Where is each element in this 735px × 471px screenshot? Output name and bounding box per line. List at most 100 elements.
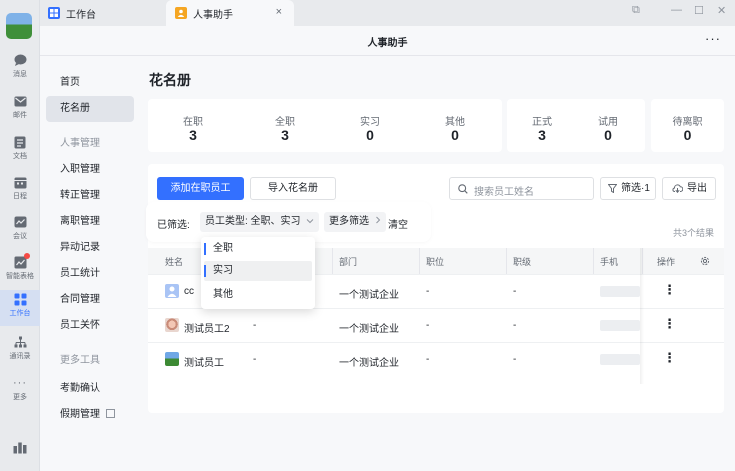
employee-name[interactable]: 测试员工 (184, 354, 224, 369)
employee-name[interactable]: cc (184, 286, 194, 297)
more-dots-icon: ··· (13, 377, 27, 389)
nav-item-onboarding[interactable]: 入职管理 (46, 157, 134, 183)
employee-department: 一个测试企业 (339, 324, 399, 335)
option-fulltime[interactable]: 全职 (204, 239, 312, 259)
nav-item-employee-care[interactable]: 员工关怀 (46, 313, 134, 339)
employee-position: - (426, 286, 430, 297)
employee-field: - (253, 354, 257, 365)
rail-item-mail[interactable]: 邮件 (0, 92, 40, 128)
rail-item-more[interactable]: ··· 更多 (0, 374, 40, 410)
export-button[interactable]: 导出 (662, 177, 716, 200)
export-label: 导出 (687, 183, 707, 194)
column-divider (419, 248, 420, 274)
option-intern[interactable]: 实习 (204, 261, 312, 281)
more-menu-icon[interactable]: ··· (705, 31, 721, 46)
table-row[interactable]: 测试员工2 - 一个测试企业 - - ⋮ (148, 308, 724, 342)
tab-label: 人事助手 (193, 9, 233, 21)
nav-item-attendance-confirm[interactable]: 考勤确认 (46, 376, 134, 402)
rail-label: 更多 (13, 393, 27, 401)
chevron-right-icon (375, 216, 380, 224)
calendar-icon (13, 175, 27, 189)
clear-filters-link[interactable]: 清空 (388, 216, 408, 231)
stat-other[interactable]: 其他 0 (410, 99, 500, 152)
app-title: 人事助手 (367, 38, 408, 49)
more-filters-chip[interactable]: 更多筛选 (324, 212, 386, 232)
nav-item-regularization[interactable]: 转正管理 (46, 183, 134, 209)
stat-pending-leave[interactable]: 待离职 0 (651, 99, 724, 152)
smart-sheet-icon (13, 253, 30, 269)
stat-label: 待离职 (672, 117, 703, 128)
search-input[interactable]: 搜索员工姓名 (449, 177, 594, 200)
nav-item-home[interactable]: 首页 (46, 70, 134, 96)
employee-position: - (426, 320, 430, 331)
doc-icon (13, 135, 27, 149)
rail-item-docs[interactable]: 文档 (0, 133, 40, 169)
close-tab-icon[interactable]: × (276, 6, 282, 18)
nav-group-hr-management: 人事管理 (60, 138, 100, 149)
employee-position: - (426, 354, 430, 365)
rail-item-smart-sheet[interactable]: 智能表格 (0, 253, 40, 289)
col-phone[interactable]: 手机 (600, 255, 618, 268)
rail-item-contacts[interactable]: 通讯录 (0, 333, 40, 369)
stat-formal[interactable]: 正式 3 (507, 99, 577, 152)
rail-item-messages[interactable]: 消息 (0, 51, 40, 87)
nav-group-more-tools: 更多工具 (60, 355, 100, 366)
row-more-actions-icon[interactable]: ⋮ (663, 350, 676, 366)
app-header: 人事助手 ··· (40, 26, 735, 56)
nav-item-offboarding[interactable]: 离职管理 (46, 209, 134, 235)
left-rail: 消息 邮件 文档 日程 会议 智能表格 工作台 通讯录 ··· 更多 (0, 0, 40, 471)
maximize-icon[interactable]: ☐ (694, 4, 704, 17)
table-row[interactable]: 测试员工 - 一个测试企业 - - ⋮ (148, 342, 724, 376)
employee-type-filter-chip[interactable]: 员工类型: 全职、实习 (200, 212, 320, 232)
column-settings-gear-icon[interactable] (700, 256, 710, 266)
cloud-export-icon (672, 184, 683, 193)
nav-item-contracts[interactable]: 合同管理 (46, 287, 134, 313)
nav-item-leave-management[interactable]: 假期管理 (46, 402, 134, 428)
stat-intern[interactable]: 实习 0 (325, 99, 415, 152)
hr-assistant-icon (175, 7, 187, 19)
stat-label: 正式 (532, 117, 552, 128)
minimize-icon[interactable]: — (671, 4, 682, 16)
option-other[interactable]: 其他 (204, 285, 312, 305)
tab-workbench[interactable]: 工作台 (48, 0, 96, 26)
rail-label: 通讯录 (9, 352, 31, 360)
close-window-icon[interactable]: ✕ (717, 4, 726, 17)
app-center-icon[interactable] (13, 442, 27, 454)
contacts-icon (13, 335, 27, 349)
rail-label: 工作台 (9, 309, 31, 317)
workbench-grid-icon (48, 7, 60, 19)
nav-item-roster[interactable]: 花名册 (46, 96, 134, 122)
tab-hr-assistant[interactable]: 人事助手 × (166, 0, 294, 26)
active-filters-bar: 已筛选: 员工类型: 全职、实习 更多筛选 清空 (148, 204, 429, 240)
stat-label: 全职 (275, 117, 295, 128)
mail-icon (13, 94, 27, 108)
row-more-actions-icon[interactable]: ⋮ (663, 316, 676, 332)
stat-probation[interactable]: 试用 0 (573, 99, 643, 152)
col-level[interactable]: 职级 (513, 255, 531, 268)
filter-button[interactable]: 筛选·1 (600, 177, 656, 200)
employee-name[interactable]: 测试员工2 (184, 320, 230, 335)
stat-fulltime[interactable]: 全职 3 (240, 99, 330, 152)
column-divider (506, 248, 507, 274)
rail-item-calendar[interactable]: 日程 (0, 173, 40, 209)
nav-item-employee-stats[interactable]: 员工统计 (46, 261, 134, 287)
col-position[interactable]: 职位 (426, 255, 444, 268)
col-actions: 操作 (657, 257, 676, 267)
import-roster-button[interactable]: 导入花名册 (250, 177, 336, 200)
user-avatar[interactable] (6, 13, 32, 39)
video-meeting-icon (13, 215, 27, 229)
stat-active[interactable]: 在职 3 (148, 99, 238, 152)
row-more-actions-icon[interactable]: ⋮ (663, 282, 676, 298)
rail-item-workbench[interactable]: 工作台 (0, 290, 40, 326)
col-name[interactable]: 姓名 (165, 255, 183, 268)
tab-label: 工作台 (66, 9, 96, 21)
pop-out-icon[interactable]: ⧉ (632, 4, 640, 17)
nav-item-change-records[interactable]: 异动记录 (46, 235, 134, 261)
stat-value: 3 (189, 127, 197, 143)
title-bar: 工作台 人事助手 × ⧉ — ☐ ✕ (40, 0, 735, 26)
search-placeholder: 搜索员工姓名 (474, 187, 534, 198)
chevron-down-icon (306, 219, 314, 224)
add-employee-button[interactable]: 添加在职员工 (157, 177, 244, 200)
rail-item-meetings[interactable]: 会议 (0, 213, 40, 249)
col-department[interactable]: 部门 (339, 255, 357, 268)
